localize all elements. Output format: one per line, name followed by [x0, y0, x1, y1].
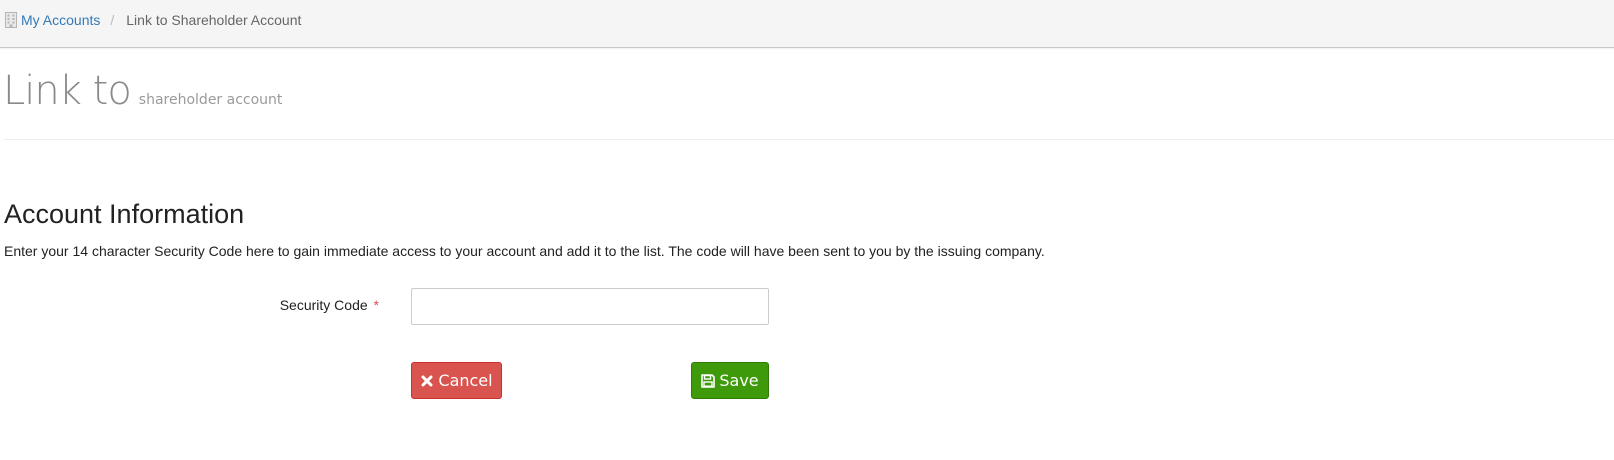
- breadcrumb-separator: /: [110, 12, 115, 28]
- times-icon: [420, 374, 434, 388]
- security-code-input[interactable]: [411, 288, 769, 325]
- section-description: Enter your 14 character Security Code he…: [4, 243, 1045, 259]
- save-button-label: Save: [719, 371, 759, 390]
- save-button[interactable]: Save: [691, 362, 769, 399]
- cancel-button-label: Cancel: [438, 371, 493, 390]
- required-asterisk: *: [373, 297, 379, 313]
- cancel-button[interactable]: Cancel: [411, 362, 502, 399]
- page-header: Link to shareholder account: [3, 68, 282, 114]
- floppy-disk-icon: [701, 373, 716, 388]
- breadcrumb-bar: My Accounts / Link to Shareholder Accoun…: [0, 0, 1614, 48]
- header-divider: [4, 139, 1614, 140]
- breadcrumb-my-accounts-link[interactable]: My Accounts: [21, 11, 100, 29]
- section-title: Account Information: [4, 199, 245, 229]
- security-code-label: Security Code *: [280, 297, 379, 313]
- page-subtitle: shareholder account: [138, 92, 283, 108]
- breadcrumb-current: Link to Shareholder Account: [126, 12, 302, 28]
- breadcrumb: My Accounts / Link to Shareholder Accoun…: [4, 11, 301, 29]
- security-code-label-text: Security Code: [279, 297, 368, 313]
- building-icon: [4, 12, 18, 28]
- page-title: Link to: [3, 68, 132, 114]
